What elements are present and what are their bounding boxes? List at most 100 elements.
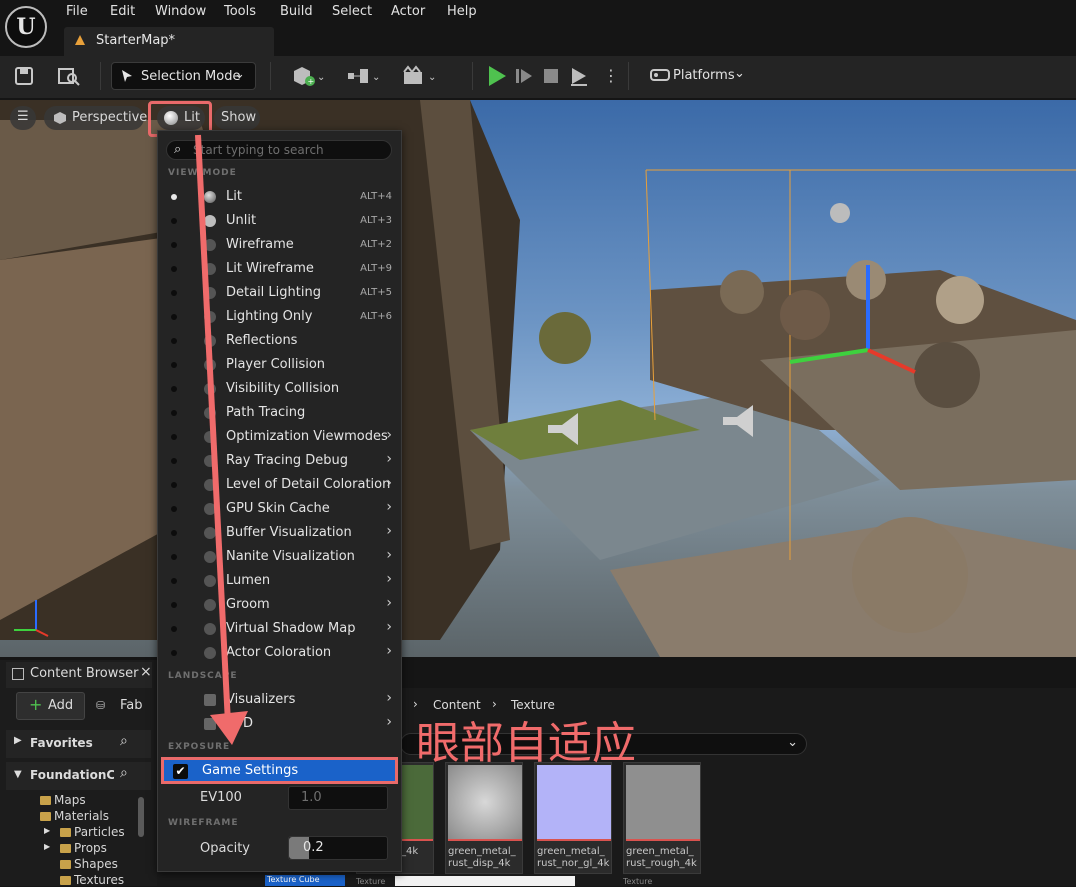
blueprint-icon[interactable]: ⌄ [346,65,382,87]
unreal-logo-icon[interactable]: U [5,6,47,48]
show-button[interactable]: Show [214,106,260,130]
cinematics-icon[interactable]: ⌄ [402,65,438,87]
texture-cube-label: Texture Cube [265,875,345,886]
radio-dot-icon [171,194,177,200]
foundation-header[interactable]: ▼ FoundationCou ⌕ [6,762,151,790]
stop-icon[interactable] [542,67,560,85]
show-label: Show [221,110,257,125]
menu-item-path-tracing[interactable]: Path Tracing [158,401,400,425]
menu-item-nanite-visualization[interactable]: Nanite Visualization › [158,545,400,569]
plus-icon: + [29,695,43,714]
menu-help[interactable]: Help [447,4,477,20]
add-actor-icon[interactable]: + ⌄ [292,65,326,87]
menu-item-wireframe[interactable]: Wireframe ALT+2 [158,233,400,257]
chevron-right-icon[interactable]: ▶ [44,826,50,835]
save-icon[interactable] [14,66,34,86]
menu-item-optimization-viewmodes[interactable]: Optimization Viewmodes › [158,425,400,449]
folder-particles[interactable]: Particles [60,825,125,839]
level-tab-label: StarterMap* [96,33,176,48]
folder-shapes[interactable]: Shapes [60,857,118,871]
folder-props[interactable]: Props [60,841,107,855]
folder-textures[interactable]: Textures [59,873,124,887]
folder-maps[interactable]: Maps [40,793,86,807]
ev100-input[interactable]: 1.0 [288,786,388,810]
opacity-input[interactable]: 0.2 [288,836,388,860]
section-exposure: EXPOSURE [168,742,231,752]
close-icon[interactable]: × [140,664,152,680]
play-icon[interactable] [485,64,509,88]
menu-item-visibility-collision[interactable]: Visibility Collision [158,377,400,401]
chevron-right-icon[interactable]: ▶ [44,842,50,851]
view-mode-icon [204,551,216,563]
menu-item-lumen[interactable]: Lumen › [158,569,400,593]
menu-actor[interactable]: Actor [391,4,425,20]
menu-item-virtual-shadow-map[interactable]: Virtual Shadow Map › [158,617,400,641]
menu-item-actor-coloration[interactable]: Actor Coloration › [158,641,400,665]
menu-item-lod[interactable]: LOD › [158,712,400,736]
scrollbar[interactable] [138,797,144,837]
menu-item-detail-lighting[interactable]: Detail Lighting ALT+5 [158,281,400,305]
step-icon[interactable] [514,66,534,86]
game-settings-label: Game Settings [202,763,299,778]
folder-materials[interactable]: Materials [39,809,109,823]
level-tab[interactable]: StarterMap* [64,27,274,56]
fab-label: Fab [120,698,143,713]
menu-item-visualizers[interactable]: Visualizers › [158,688,400,712]
menu-item-reflections[interactable]: Reflections [158,329,400,353]
shortcut-label: ALT+5 [360,287,392,298]
menu-item-groom[interactable]: Groom › [158,593,400,617]
menu-item-player-collision[interactable]: Player Collision [158,353,400,377]
menu-search-input[interactable]: ⌕ Start typing to search [166,140,392,160]
menu-item-unlit[interactable]: Unlit ALT+3 [158,209,400,233]
fab-icon: ⛁ [96,699,106,712]
menu-item-lit[interactable]: Lit ALT+4 [158,185,400,209]
asset-tile[interactable]: green_metal_ rust_rough_4k [623,762,701,874]
game-settings-checkbox-row[interactable]: ✔ Game Settings [161,757,398,784]
browse-content-icon[interactable] [57,66,81,86]
view-mode-icon [204,527,216,539]
menu-item-buffer-visualization[interactable]: Buffer Visualization › [158,521,400,545]
menu-item-level-of-detail-coloration[interactable]: Level of Detail Coloration › [158,473,400,497]
content-browser-tab[interactable]: Content Browser × [6,662,152,688]
chevron-down-icon: ▼ [14,769,22,780]
visualizers-icon [204,694,216,706]
asset-tile[interactable]: green_metal_ rust_disp_4k [445,762,523,874]
view-mode-icon [204,359,216,371]
menu-build[interactable]: Build [280,4,313,20]
asset-thumbnail [395,876,575,886]
chevron-down-icon: ⌄ [787,735,798,750]
asset-tile[interactable]: green_metal_ rust_nor_gl_4k [534,762,612,874]
menu-item-lit-wireframe[interactable]: Lit Wireframe ALT+9 [158,257,400,281]
menu-edit[interactable]: Edit [110,4,135,20]
selection-mode-dropdown[interactable]: Selection Mode ⌄ [111,62,256,90]
view-mode-icon [204,623,216,635]
menu-window[interactable]: Window [155,4,206,20]
add-button[interactable]: + Add [16,692,85,720]
eject-icon[interactable] [568,65,590,87]
search-icon[interactable]: ⌕ [120,765,128,781]
chevron-down-icon: ⌄ [734,66,745,81]
radio-dot-icon [171,554,177,560]
asset-type-label: Texture [623,877,653,886]
annotation-text: 眼部自适应 [416,718,636,769]
favorites-header[interactable]: ▶ Favorites ⌕ [6,730,151,758]
chevron-right-icon: › [386,499,392,515]
lit-view-mode-button[interactable]: Lit [157,106,205,130]
menu-item-ray-tracing-debug[interactable]: Ray Tracing Debug › [158,449,400,473]
svg-text:⌄: ⌄ [372,72,380,83]
menu-file[interactable]: File [66,4,88,20]
perspective-button[interactable]: Perspective [44,106,147,130]
menu-select[interactable]: Select [332,4,372,20]
ev100-label: EV100 [200,790,242,805]
menu-item-lighting-only[interactable]: Lighting Only ALT+6 [158,305,400,329]
view-mode-icon [204,383,216,395]
menu-tools[interactable]: Tools [224,4,256,20]
viewport-options-button[interactable]: ☰ [10,106,36,130]
fab-button[interactable]: ⛁ Fab [96,697,146,717]
radio-dot-icon [171,506,177,512]
search-icon[interactable]: ⌕ [120,733,128,749]
svg-text:⌄: ⌄ [317,72,325,83]
more-options-icon[interactable]: ⋮ [603,66,619,86]
checkmark-icon[interactable]: ✔ [173,764,188,779]
menu-item-gpu-skin-cache[interactable]: GPU Skin Cache › [158,497,400,521]
